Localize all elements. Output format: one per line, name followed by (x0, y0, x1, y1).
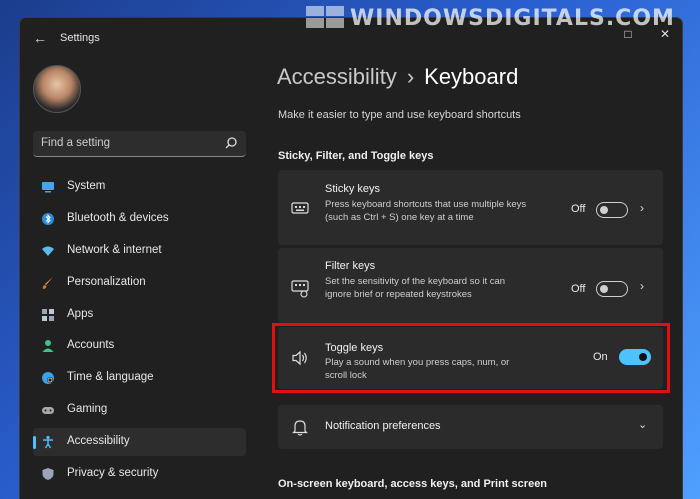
chevron-right-icon[interactable]: › (640, 279, 644, 293)
section-title-onscreen-keyboard: On-screen keyboard, access keys, and Pri… (278, 478, 548, 490)
sidebar-item-gaming[interactable]: Gaming (33, 396, 246, 424)
sticky-keys-card[interactable]: Sticky keys Press keyboard shortcuts tha… (278, 170, 663, 245)
settings-window: ← Settings □ ✕ Find a setting System Blu… (20, 18, 682, 499)
apps-icon (42, 308, 54, 321)
search-icon (225, 137, 237, 149)
shield-icon (42, 468, 54, 481)
sidebar-item-label: Personalization (67, 275, 146, 288)
sidebar-item-label: Accounts (67, 339, 115, 352)
accounts-icon (42, 340, 54, 353)
chevron-right-icon[interactable]: › (640, 201, 644, 215)
avatar[interactable] (33, 65, 81, 113)
sidebar-item-apps[interactable]: Apps (33, 301, 246, 329)
sidebar-item-system[interactable]: System (33, 173, 246, 201)
sidebar-item-accessibility[interactable]: Accessibility (33, 428, 246, 457)
wifi-icon (42, 246, 54, 256)
breadcrumb: Accessibility › Keyboard (277, 64, 518, 90)
brush-icon (42, 276, 53, 289)
sticky-keys-title: Sticky keys (325, 183, 381, 195)
watermark-logo-icon (306, 6, 344, 28)
sticky-keys-state: Off (571, 203, 586, 215)
globe-icon (42, 372, 54, 385)
search-input[interactable]: Find a setting (33, 131, 246, 157)
gamepad-icon (42, 407, 54, 415)
app-title: Settings (60, 32, 100, 44)
sidebar-item-label: Time & language (67, 371, 154, 384)
filter-keys-title: Filter keys (325, 260, 376, 272)
sticky-keys-toggle[interactable] (596, 202, 628, 218)
filter-keys-card[interactable]: Filter keys Set the sensitivity of the k… (278, 248, 663, 323)
breadcrumb-parent[interactable]: Accessibility (277, 64, 397, 89)
watermark: WINDOWSDIGITALS.COM (350, 6, 675, 31)
notification-preferences-card[interactable]: Notification preferences ⌄ (278, 405, 663, 449)
highlight-box (272, 323, 670, 393)
filter-keys-toggle[interactable] (596, 281, 628, 297)
back-arrow-icon[interactable]: ← (30, 28, 50, 48)
system-icon (42, 182, 54, 193)
page-subtitle: Make it easier to type and use keyboard … (278, 109, 521, 121)
sidebar-item-personalization[interactable]: Personalization (33, 269, 246, 297)
bell-icon (292, 420, 308, 436)
sticky-keys-icon (291, 202, 309, 214)
sidebar-item-label: Network & internet (67, 243, 162, 256)
sticky-keys-desc: Press keyboard shortcuts that use multip… (325, 199, 527, 223)
filter-keys-state: Off (571, 283, 586, 295)
sidebar-item-label: Bluetooth & devices (67, 211, 169, 224)
chevron-down-icon[interactable]: ⌄ (638, 418, 647, 431)
sidebar-item-label: System (67, 180, 106, 192)
search-placeholder: Find a setting (41, 137, 111, 149)
sidebar-item-label: Privacy & security (67, 467, 159, 480)
bluetooth-icon (42, 212, 54, 225)
page-title: Keyboard (424, 64, 519, 89)
sidebar-item-time-language[interactable]: Time & language (33, 364, 246, 392)
accessibility-icon (43, 436, 53, 449)
sidebar-item-label: Gaming (67, 403, 108, 416)
sidebar-item-label: Apps (67, 307, 94, 320)
filter-keys-desc: Set the sensitivity of the keyboard so i… (325, 276, 506, 300)
breadcrumb-separator: › (406, 64, 415, 89)
sidebar-item-label: Accessibility (67, 435, 130, 448)
notification-preferences-title: Notification preferences (325, 420, 441, 432)
sidebar-item-network[interactable]: Network & internet (33, 237, 246, 265)
sidebar-nav: System Bluetooth & devices Network & int… (33, 173, 246, 492)
filter-keys-icon (291, 280, 309, 298)
sidebar-item-accounts[interactable]: Accounts (33, 332, 246, 360)
sidebar-item-privacy[interactable]: Privacy & security (33, 460, 246, 488)
sidebar-item-bluetooth[interactable]: Bluetooth & devices (33, 205, 246, 233)
section-title-sticky-filter-toggle: Sticky, Filter, and Toggle keys (278, 150, 434, 162)
